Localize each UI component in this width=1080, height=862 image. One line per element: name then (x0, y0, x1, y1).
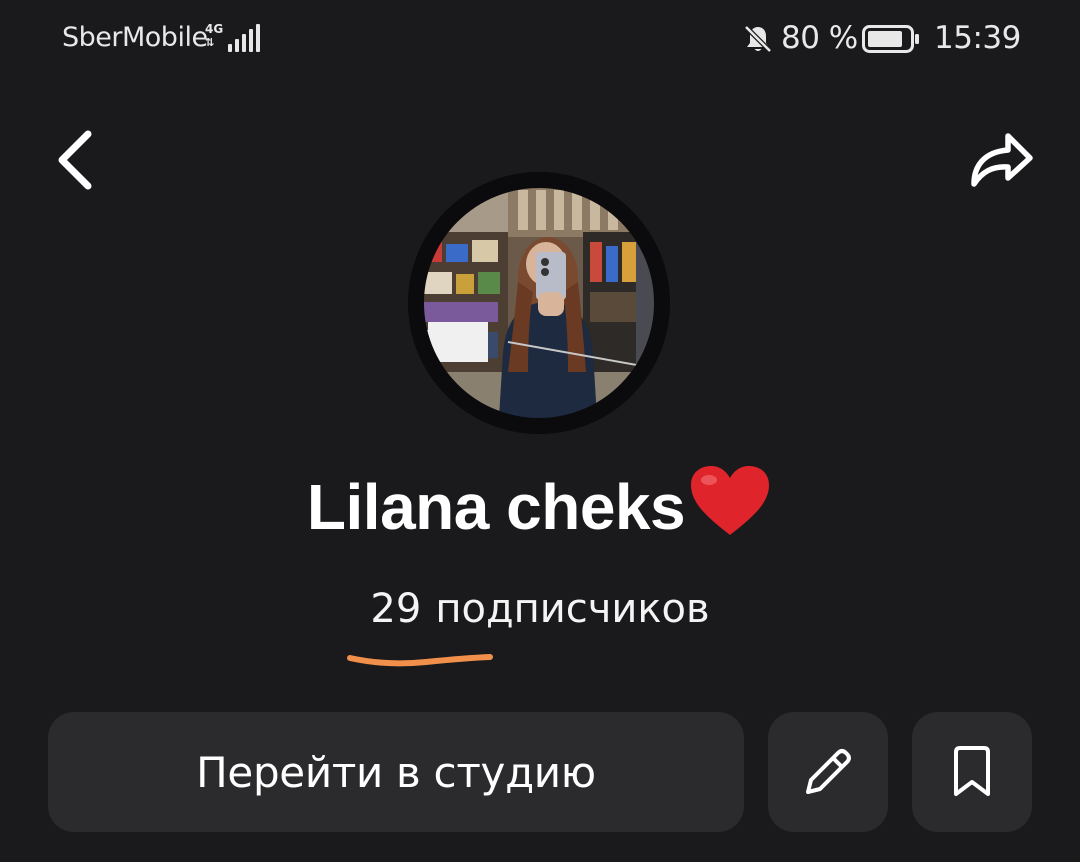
bell-off-icon (742, 23, 774, 55)
profile-screen: SberMobile 4G ⇅ 80 % 15:39 Lilana cheks … (0, 0, 1080, 862)
subscribers-number: 29 (370, 586, 422, 632)
clock: 15:39 (934, 20, 1021, 56)
battery-percent: 80 % (781, 20, 858, 56)
share-arrow-icon (971, 133, 1033, 187)
bookmark-button[interactable] (912, 712, 1032, 832)
avatar[interactable] (408, 172, 670, 434)
go-to-studio-label: Перейти в студию (196, 747, 596, 797)
underline-annotation (346, 648, 496, 674)
heart-icon (691, 465, 770, 535)
bookmark-icon (954, 746, 990, 796)
profile-name: Lilana cheks (0, 465, 1080, 554)
back-button[interactable] (44, 122, 108, 198)
signal-bars-icon (222, 22, 262, 52)
status-bar: SberMobile 4G ⇅ 80 % 15:39 (0, 0, 1080, 80)
edit-button[interactable] (768, 712, 888, 832)
pencil-icon (806, 749, 851, 794)
carrier-name: SberMobile (62, 22, 208, 53)
heart-emoji (687, 463, 773, 554)
subscribers-label: подписчиков (435, 586, 710, 632)
profile-photo (408, 172, 670, 434)
data-arrows-icon: ⇅ (205, 36, 215, 49)
chevron-left-icon (58, 130, 92, 190)
battery-icon (862, 25, 920, 53)
network-type-label: 4G (205, 22, 224, 36)
subscribers-count[interactable]: 29 подписчиков (0, 586, 1080, 632)
go-to-studio-button[interactable]: Перейти в студию (48, 712, 744, 832)
share-button[interactable] (962, 122, 1042, 198)
profile-name-text: Lilana cheks (306, 471, 686, 543)
